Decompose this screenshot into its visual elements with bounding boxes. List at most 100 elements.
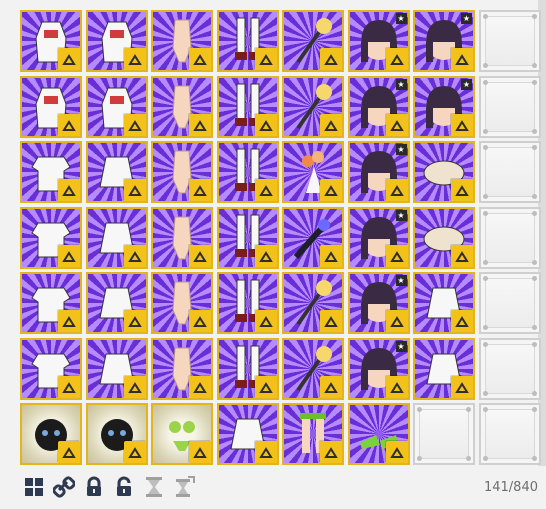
- item-slot[interactable]: [216, 141, 279, 203]
- item-slot[interactable]: ★: [413, 10, 475, 72]
- item-slot[interactable]: [282, 337, 344, 400]
- item-slot[interactable]: [20, 75, 82, 138]
- hanger-icon: [58, 179, 80, 201]
- grid-icon[interactable]: [22, 475, 46, 499]
- empty-slot-inner: [484, 278, 535, 328]
- item-slot[interactable]: [20, 337, 82, 400]
- item-slot[interactable]: ★: [347, 75, 410, 138]
- item-slot[interactable]: ★: [347, 10, 410, 72]
- hanger-icon: [320, 48, 342, 70]
- item-slot[interactable]: [20, 403, 82, 465]
- star-icon: ★: [395, 13, 407, 24]
- rivet-icon: [531, 63, 537, 68]
- item-slot[interactable]: [282, 206, 344, 269]
- hourglass-icon[interactable]: [142, 475, 166, 499]
- item-slot[interactable]: [413, 272, 475, 334]
- empty-slot-inner: [484, 409, 535, 459]
- hanger-icon: [320, 179, 342, 201]
- hanger-icon: [189, 179, 211, 201]
- rivet-icon: [482, 390, 488, 396]
- rivet-icon: [531, 390, 537, 396]
- item-slot[interactable]: ★: [347, 272, 410, 334]
- item-slot[interactable]: [151, 403, 213, 465]
- rivet-icon: [417, 456, 422, 461]
- item-slot[interactable]: [20, 272, 82, 334]
- star-icon: ★: [395, 209, 407, 221]
- item-slot[interactable]: [216, 10, 279, 72]
- item-slot[interactable]: [216, 206, 279, 269]
- item-slot[interactable]: ★: [413, 75, 475, 138]
- hanger-icon: [123, 179, 146, 201]
- item-slot[interactable]: [216, 75, 279, 138]
- unlock-icon[interactable]: [112, 475, 136, 499]
- inventory-grid: ★ ★ ★ ★ ★ ★ ★ ★: [20, 10, 541, 465]
- item-slot[interactable]: [151, 10, 213, 72]
- hanger-icon: [451, 310, 473, 332]
- empty-slot[interactable]: [478, 10, 541, 72]
- item-slot[interactable]: [20, 10, 82, 72]
- item-slot[interactable]: [151, 206, 213, 269]
- hanger-icon: [451, 48, 473, 70]
- hanger-icon: [58, 310, 80, 332]
- item-slot[interactable]: ★: [347, 141, 410, 203]
- rivet-icon: [482, 194, 488, 199]
- empty-slot[interactable]: [413, 403, 475, 465]
- empty-slot[interactable]: [478, 206, 541, 269]
- rivet-icon: [482, 14, 488, 19]
- item-slot[interactable]: [85, 403, 148, 465]
- hanger-icon: [451, 179, 473, 201]
- item-slot[interactable]: [413, 337, 475, 400]
- rivet-icon: [466, 407, 471, 412]
- rivet-icon: [417, 407, 422, 412]
- item-slot[interactable]: [413, 141, 475, 203]
- lock-icon[interactable]: [82, 475, 106, 499]
- item-slot[interactable]: [347, 403, 410, 465]
- empty-slot[interactable]: [478, 337, 541, 400]
- empty-slot[interactable]: [478, 141, 541, 203]
- item-slot[interactable]: [216, 272, 279, 334]
- hanger-icon: [254, 441, 277, 463]
- hanger-icon: [385, 310, 408, 332]
- hanger-icon: [58, 48, 80, 70]
- item-slot[interactable]: [151, 75, 213, 138]
- item-slot[interactable]: [151, 141, 213, 203]
- item-slot[interactable]: [20, 141, 82, 203]
- empty-slot[interactable]: [478, 75, 541, 138]
- empty-slot[interactable]: [478, 272, 541, 334]
- item-slot[interactable]: [85, 75, 148, 138]
- hourglass-arrow-icon[interactable]: [172, 475, 196, 499]
- item-slot[interactable]: [282, 10, 344, 72]
- hanger-icon: [254, 48, 277, 70]
- item-slot[interactable]: [151, 337, 213, 400]
- hanger-icon: [451, 375, 473, 398]
- item-slot[interactable]: ★: [347, 337, 410, 400]
- hanger-icon: [254, 375, 277, 398]
- star-icon: ★: [395, 340, 407, 352]
- hanger-icon: [320, 244, 342, 267]
- rivet-icon: [531, 276, 537, 281]
- rivet-icon: [482, 145, 488, 150]
- item-slot[interactable]: [85, 141, 148, 203]
- item-slot[interactable]: ★: [347, 206, 410, 269]
- rivet-icon: [482, 325, 488, 330]
- item-slot[interactable]: [216, 337, 279, 400]
- item-slot[interactable]: [282, 75, 344, 138]
- link-icon[interactable]: [52, 475, 76, 499]
- item-slot[interactable]: [216, 403, 279, 465]
- item-slot[interactable]: [85, 272, 148, 334]
- item-slot[interactable]: [151, 272, 213, 334]
- item-slot[interactable]: [85, 206, 148, 269]
- rivet-icon: [531, 456, 537, 461]
- empty-slot[interactable]: [478, 403, 541, 465]
- item-slot[interactable]: [85, 337, 148, 400]
- item-slot[interactable]: [413, 206, 475, 269]
- item-slot[interactable]: [20, 206, 82, 269]
- hanger-icon: [189, 375, 211, 398]
- item-slot[interactable]: [282, 403, 344, 465]
- hanger-icon: [451, 244, 473, 267]
- hanger-icon: [189, 48, 211, 70]
- item-slot[interactable]: [85, 10, 148, 72]
- item-slot[interactable]: [282, 141, 344, 203]
- item-slot[interactable]: [282, 272, 344, 334]
- hanger-icon: [58, 375, 80, 398]
